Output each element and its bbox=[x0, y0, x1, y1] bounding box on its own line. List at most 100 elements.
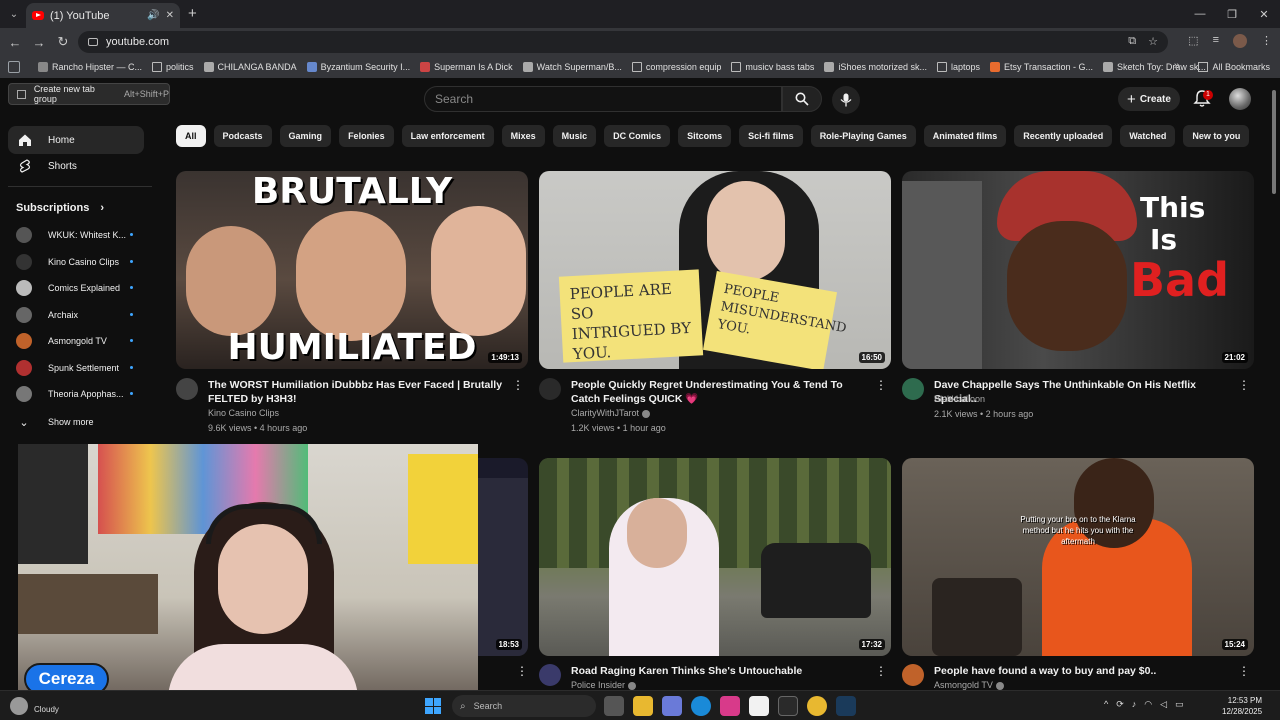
filter-chip[interactable]: Sci-fi films bbox=[739, 125, 803, 147]
filter-chip[interactable]: Sitcoms bbox=[678, 125, 732, 147]
channel-name[interactable]: ClarityWithJTarot bbox=[571, 408, 651, 418]
sync-icon[interactable]: ⟳ bbox=[1116, 699, 1124, 710]
sidebar-subscription-item[interactable]: Theoria Apophas... bbox=[8, 381, 144, 407]
search-button[interactable] bbox=[782, 86, 822, 112]
filter-chip[interactable]: Animated films bbox=[923, 125, 1007, 147]
forward-icon[interactable]: → bbox=[27, 35, 51, 50]
channel-avatar[interactable] bbox=[902, 378, 924, 400]
wifi-icon[interactable]: ◠ bbox=[1144, 699, 1152, 710]
show-hidden-icons-icon[interactable]: ^ bbox=[1104, 699, 1108, 710]
account-avatar[interactable] bbox=[1229, 88, 1251, 110]
video-title[interactable]: People have found a way to buy and pay $… bbox=[934, 664, 1234, 678]
filter-chip[interactable]: Law enforcement bbox=[401, 125, 494, 147]
filter-chip[interactable]: Music bbox=[552, 125, 597, 147]
omnibox[interactable]: youtube.com ⧉ ☆ bbox=[78, 31, 1168, 53]
close-window-icon[interactable]: ✕ bbox=[1248, 0, 1280, 28]
sidebar-item-home[interactable]: Home bbox=[8, 126, 144, 154]
filter-chip[interactable]: Role-Playing Games bbox=[810, 125, 916, 147]
bookmark-item[interactable]: Watch Superman/B... bbox=[522, 62, 622, 72]
bookmark-item[interactable]: laptops bbox=[936, 62, 980, 72]
profile-avatar[interactable] bbox=[1233, 34, 1247, 48]
video-title[interactable]: The WORST Humiliation iDubbbz Has Ever F… bbox=[208, 378, 508, 406]
video-title[interactable]: Road Raging Karen Thinks She's Untouchab… bbox=[571, 664, 871, 678]
bookmark-item[interactable]: iShoes motorized sk... bbox=[824, 62, 927, 72]
close-tab-icon[interactable]: ✕ bbox=[166, 10, 174, 21]
video-thumbnail[interactable]: This Is Bad 21:02 bbox=[902, 171, 1254, 369]
sidebar-subscription-item[interactable]: Asmongold TV bbox=[8, 328, 144, 354]
more-options-icon[interactable]: ⋮ bbox=[512, 378, 524, 392]
install-app-icon[interactable]: ⧉ bbox=[1128, 35, 1136, 48]
video-thumbnail[interactable]: 17:32 bbox=[539, 458, 891, 656]
sidebar-item-shorts[interactable]: Shorts bbox=[8, 152, 144, 180]
show-more-button[interactable]: ⌄ Show more bbox=[8, 409, 144, 435]
sidebar-subscription-item[interactable]: Spunk Settlement bbox=[8, 355, 144, 381]
bookmark-item[interactable]: compression equip bbox=[631, 62, 721, 72]
more-bookmarks-icon[interactable]: » bbox=[1174, 60, 1180, 72]
more-options-icon[interactable]: ⋮ bbox=[516, 664, 528, 678]
filter-chip[interactable]: DC Comics bbox=[604, 125, 671, 147]
channel-name[interactable]: Police Insider bbox=[571, 680, 637, 690]
bookmark-item[interactable]: Etsy Transaction - G... bbox=[990, 62, 1093, 72]
filter-chip[interactable]: Felonies bbox=[339, 125, 394, 147]
browser-tab[interactable]: (1) YouTube 🔊 ✕ bbox=[26, 3, 180, 28]
file-explorer-icon[interactable] bbox=[633, 696, 653, 716]
audio-icon[interactable]: 🔊 bbox=[147, 10, 159, 21]
site-info-icon[interactable] bbox=[88, 38, 98, 46]
sidebar-subscription-item[interactable]: Kino Casino Clips bbox=[8, 249, 144, 275]
task-view-icon[interactable] bbox=[604, 696, 624, 716]
amazon-icon[interactable] bbox=[749, 696, 769, 716]
filter-chip[interactable]: Gaming bbox=[279, 125, 332, 147]
media-controls-icon[interactable]: ≡ bbox=[1213, 34, 1219, 48]
sidebar-subscription-item[interactable]: Comics Explained bbox=[8, 275, 144, 301]
bookmark-item[interactable]: Superman Is A Dick bbox=[420, 62, 513, 72]
new-tab-button[interactable]: + bbox=[188, 5, 197, 22]
filter-chip[interactable]: Mixes bbox=[501, 125, 545, 147]
sidebar-subscription-item[interactable]: Archaix bbox=[8, 302, 144, 328]
voice-search-button[interactable] bbox=[832, 86, 860, 114]
channel-name[interactable]: Kino Casino Clips bbox=[208, 408, 279, 418]
app-icon[interactable] bbox=[662, 696, 682, 716]
filter-chip[interactable]: New to you bbox=[1183, 125, 1250, 147]
filter-chip[interactable]: All bbox=[176, 125, 206, 147]
channel-name[interactable]: Blakkballoon bbox=[934, 394, 985, 404]
weather-label[interactable]: Cloudy bbox=[34, 705, 59, 714]
start-button[interactable] bbox=[425, 698, 441, 714]
channel-avatar[interactable] bbox=[902, 664, 924, 686]
channel-avatar[interactable] bbox=[539, 378, 561, 400]
bookmark-item[interactable]: CHILANGA BANDA bbox=[203, 62, 297, 72]
channel-avatar[interactable] bbox=[176, 378, 198, 400]
apps-grid-icon[interactable] bbox=[0, 56, 28, 78]
channel-avatar[interactable] bbox=[539, 664, 561, 686]
edge-icon[interactable] bbox=[691, 696, 711, 716]
channel-name[interactable]: Asmongold TV bbox=[934, 680, 1004, 690]
taskbar-search[interactable]: ⌕ Search bbox=[452, 695, 596, 717]
extensions-icon[interactable]: ⬚ bbox=[1188, 34, 1198, 48]
volume-icon[interactable]: ◁ bbox=[1160, 699, 1167, 710]
search-input[interactable]: Search bbox=[424, 86, 782, 112]
minimize-icon[interactable]: — bbox=[1184, 0, 1216, 28]
video-title[interactable]: People Quickly Regret Underestimating Yo… bbox=[571, 378, 871, 406]
taskbar-clock[interactable]: 12:53 PM 12/28/2025 bbox=[1222, 695, 1262, 717]
reload-icon[interactable]: ↻ bbox=[51, 34, 75, 50]
filter-chip[interactable]: Watched bbox=[1120, 125, 1176, 147]
bookmark-item[interactable]: Rancho Hipster — C... bbox=[38, 62, 142, 72]
instagram-icon[interactable] bbox=[720, 696, 740, 716]
filter-chip[interactable]: Podcasts bbox=[213, 125, 272, 147]
restore-icon[interactable]: ❐ bbox=[1216, 0, 1248, 28]
more-options-icon[interactable]: ⋮ bbox=[1238, 378, 1250, 392]
x-app-icon[interactable] bbox=[778, 696, 798, 716]
more-options-icon[interactable]: ⋮ bbox=[1238, 664, 1250, 678]
bookmark-item[interactable]: Byzantium Security I... bbox=[306, 62, 410, 72]
page-scrollbar[interactable] bbox=[1272, 90, 1276, 194]
bookmark-item[interactable]: musicv bass tabs bbox=[731, 62, 814, 72]
subscriptions-heading[interactable]: Subscriptions › bbox=[16, 202, 104, 214]
chrome-menu-icon[interactable]: ⋮ bbox=[1261, 34, 1272, 48]
steam-icon[interactable] bbox=[836, 696, 856, 716]
all-bookmarks-button[interactable]: All Bookmarks bbox=[1198, 56, 1270, 78]
back-icon[interactable]: ← bbox=[3, 35, 27, 50]
more-options-icon[interactable]: ⋮ bbox=[875, 664, 887, 678]
more-options-icon[interactable]: ⋮ bbox=[875, 378, 887, 392]
battery-icon[interactable]: ▭ bbox=[1175, 699, 1184, 710]
bookmark-item[interactable]: Sketch Toy: Draw sk... bbox=[1103, 62, 1206, 72]
filter-chip[interactable]: Recently uploaded bbox=[1014, 125, 1113, 147]
